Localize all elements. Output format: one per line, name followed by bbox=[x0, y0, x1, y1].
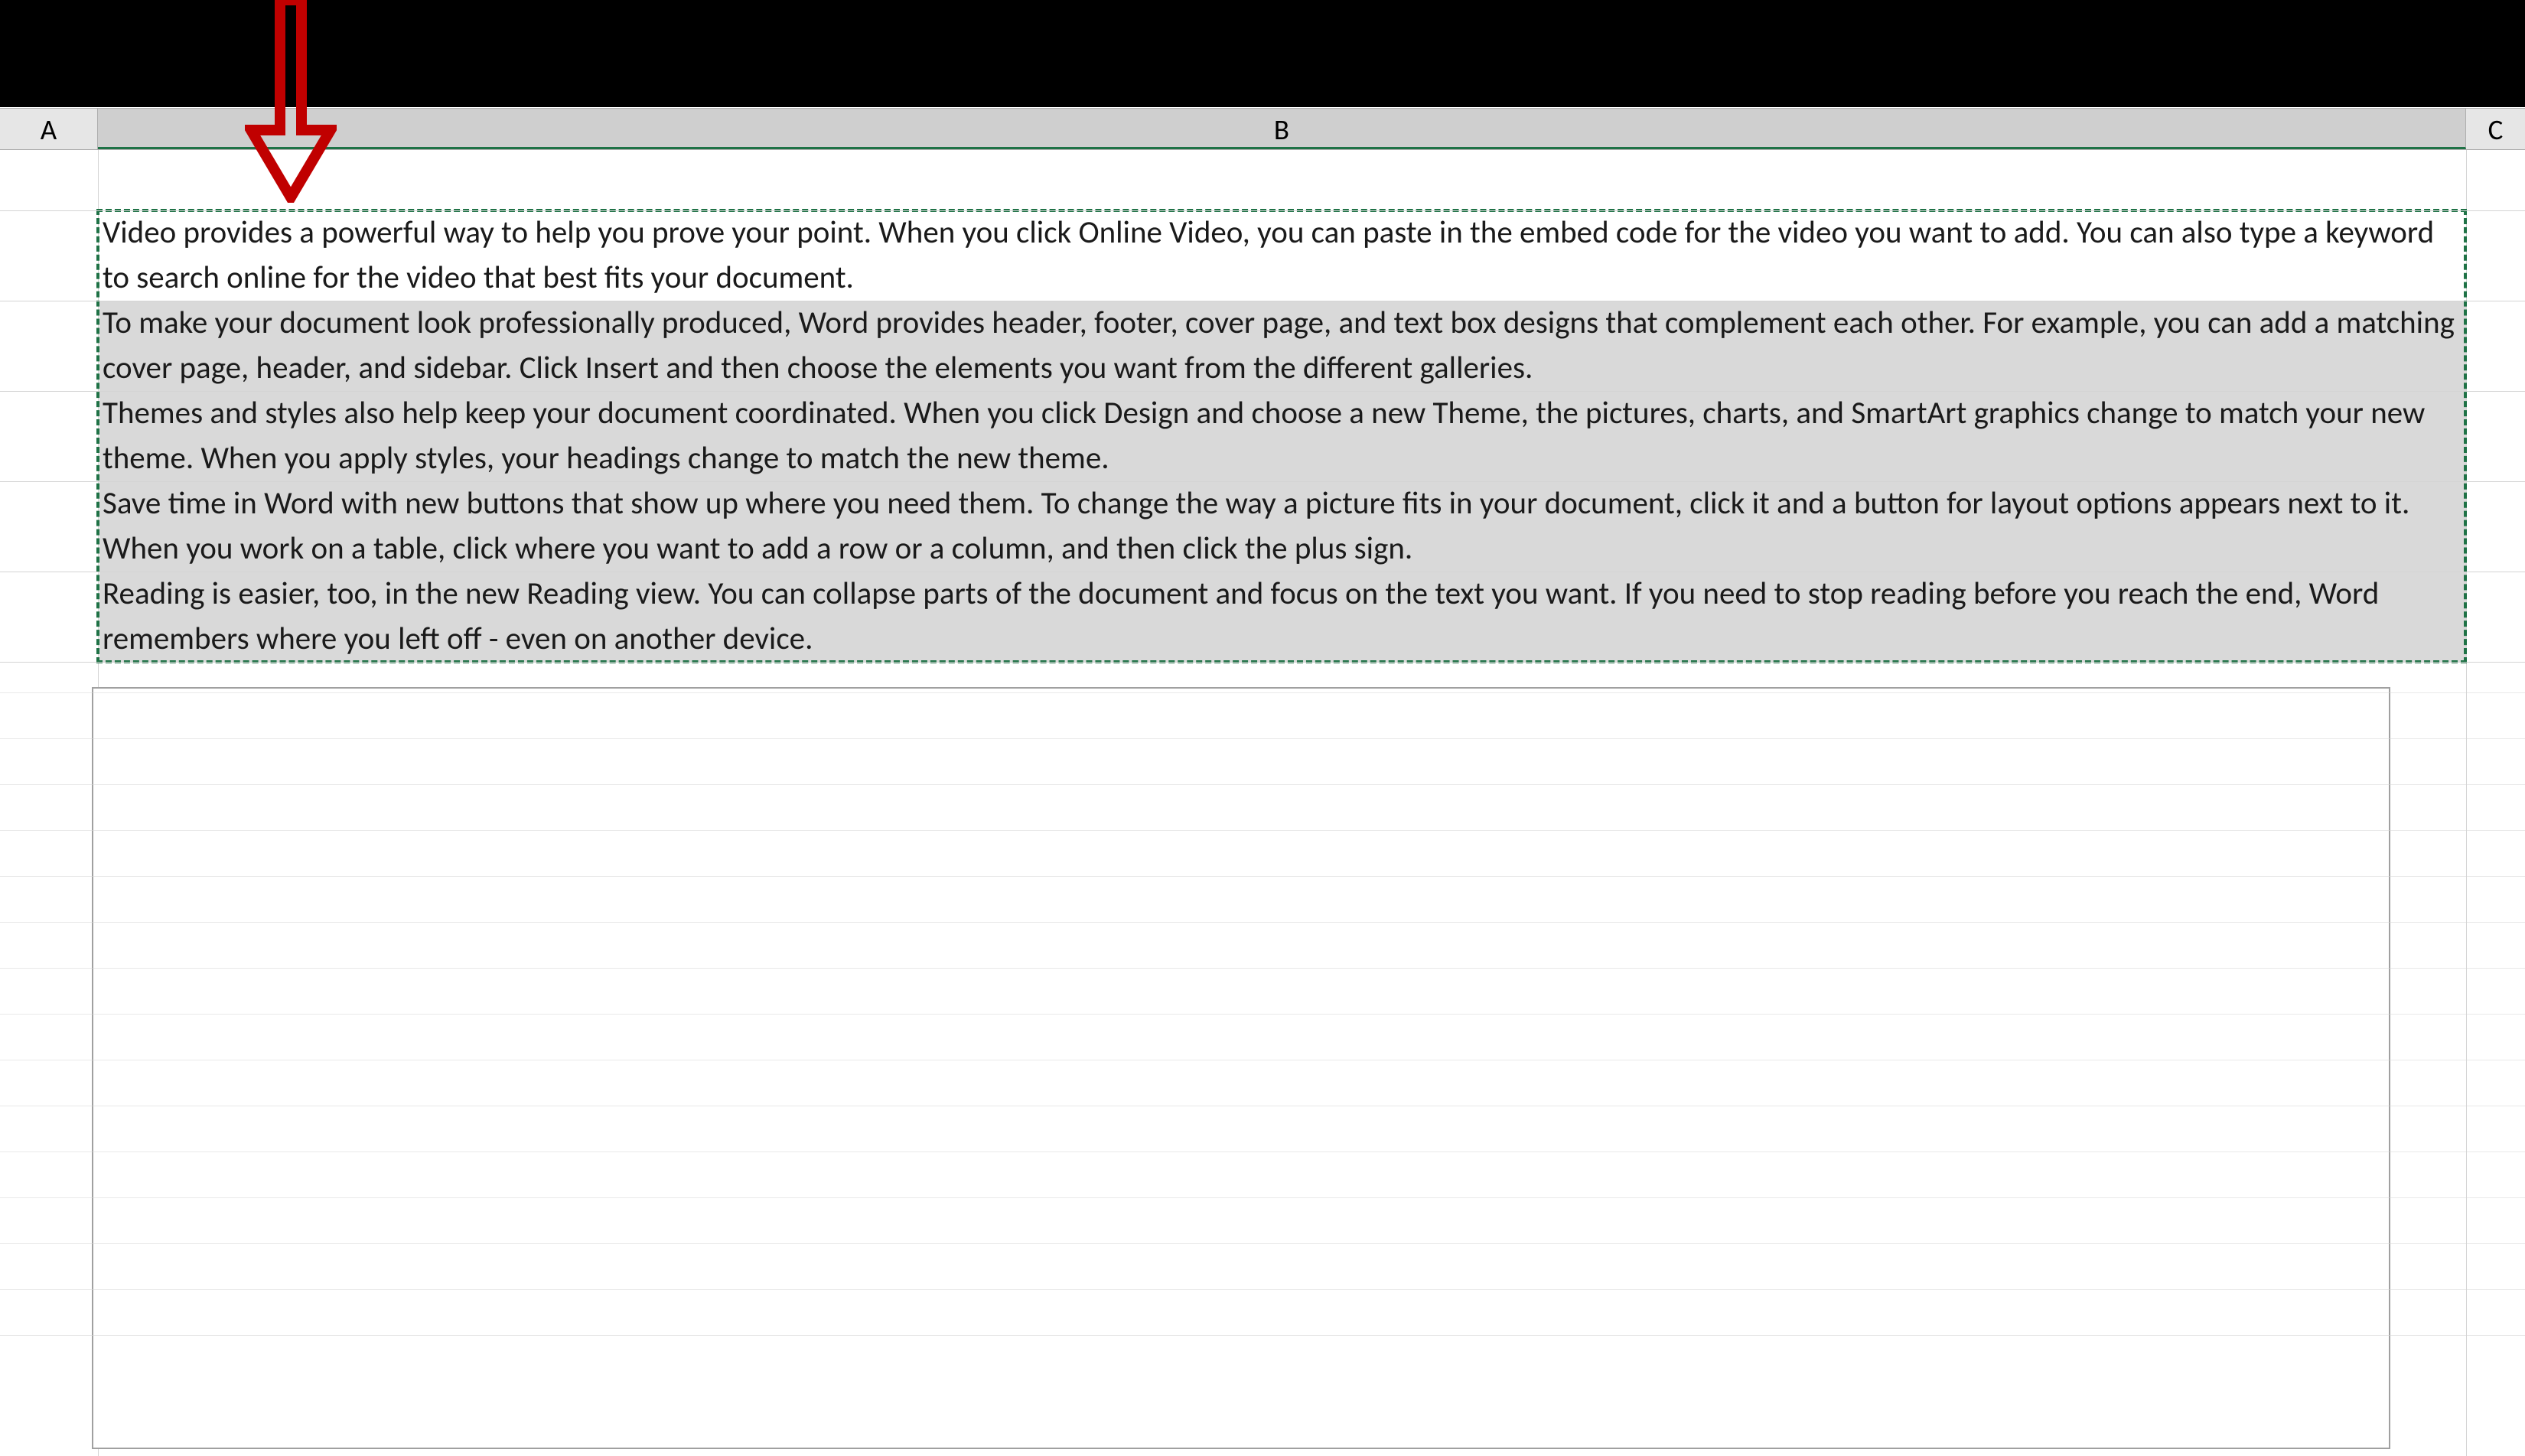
row-separator bbox=[0, 391, 2525, 392]
cell-B2[interactable]: Video provides a powerful way to help yo… bbox=[99, 210, 2466, 301]
row-separator bbox=[0, 784, 2525, 785]
row-separator bbox=[0, 481, 2525, 482]
row-separator bbox=[0, 210, 2525, 211]
row-separator bbox=[0, 1243, 2525, 1244]
cell-B3[interactable]: To make your document look professionall… bbox=[99, 301, 2466, 391]
row-separator bbox=[0, 1014, 2525, 1015]
row-separator bbox=[0, 1335, 2525, 1336]
row-separator bbox=[0, 662, 2525, 663]
column-header-B[interactable]: B bbox=[98, 109, 2466, 149]
cell-B6[interactable]: Reading is easier, too, in the new Readi… bbox=[99, 572, 2466, 662]
column-header-A[interactable]: A bbox=[0, 109, 98, 149]
row-separator bbox=[0, 922, 2525, 923]
ribbon-area bbox=[0, 0, 2525, 107]
column-header-C[interactable]: C bbox=[2466, 109, 2525, 149]
cell-B4[interactable]: Themes and styles also help keep your do… bbox=[99, 391, 2466, 481]
row-separator bbox=[0, 968, 2525, 969]
gridline-B-C bbox=[2466, 150, 2467, 1456]
row-separator bbox=[0, 830, 2525, 831]
row-separator bbox=[0, 1289, 2525, 1290]
row-separator bbox=[0, 1151, 2525, 1152]
row-separator bbox=[0, 1197, 2525, 1198]
row-separator bbox=[0, 876, 2525, 877]
row-separator bbox=[0, 692, 2525, 693]
column-header-row: A B C bbox=[0, 108, 2525, 150]
row-separator bbox=[0, 738, 2525, 739]
cell-B5[interactable]: Save time in Word with new buttons that … bbox=[99, 481, 2466, 572]
